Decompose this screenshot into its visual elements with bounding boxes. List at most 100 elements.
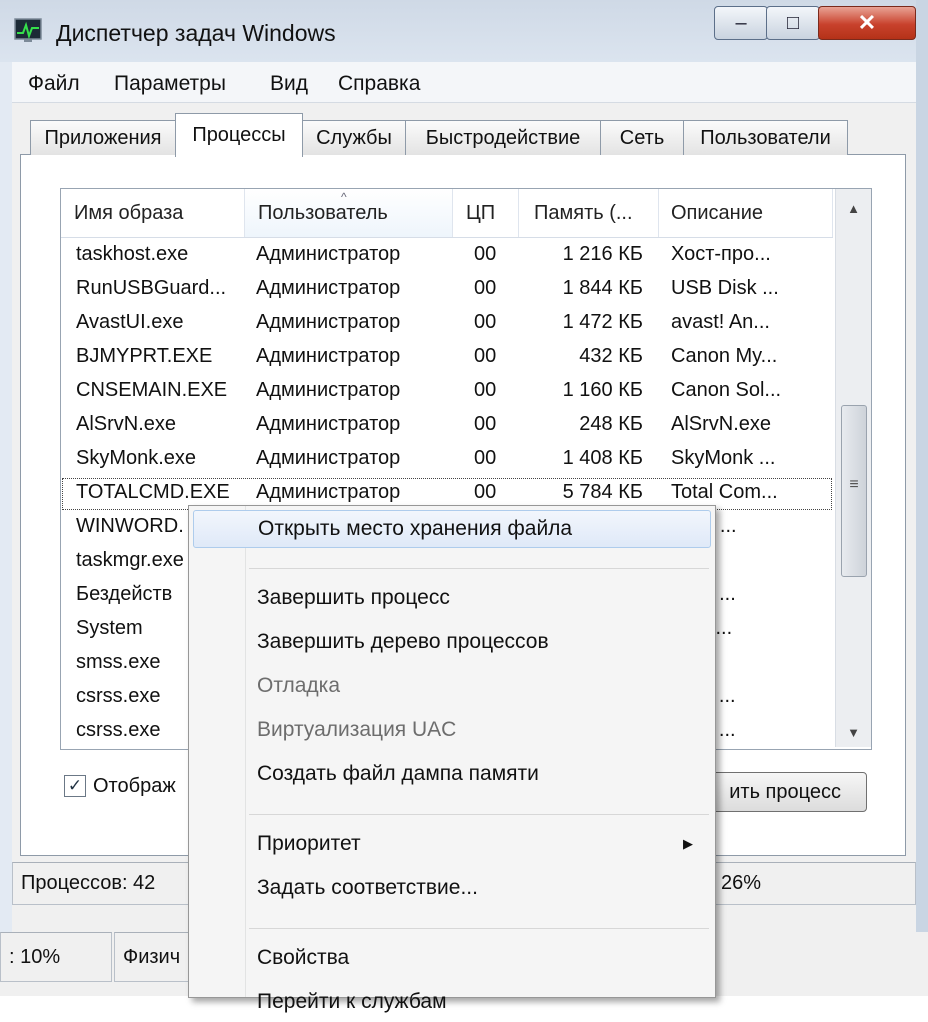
column-header-cpu[interactable]: ЦП bbox=[453, 189, 519, 237]
table-row[interactable]: SkyMonk.exe Администратор 00 1 408 КБ SkyMon… bbox=[61, 443, 833, 477]
cell-memory: 1 160 КБ bbox=[562, 379, 643, 401]
cell-cpu: 00 bbox=[474, 481, 497, 503]
cell-image-name: taskhost.exe bbox=[76, 243, 189, 265]
tab-applications[interactable]: Приложения bbox=[30, 120, 176, 155]
context-menu-item[interactable]: Открыть место хранения файла bbox=[193, 510, 711, 548]
status-cpu-load: : 10% bbox=[0, 932, 112, 982]
cell-cpu: 00 bbox=[474, 447, 497, 469]
cell-description: SkyMonk ... bbox=[671, 447, 776, 469]
cell-user: Администратор bbox=[256, 413, 401, 435]
cell-cpu: 00 bbox=[474, 379, 497, 401]
context-menu: Открыть место хранения файла Завершить пр… bbox=[188, 505, 716, 1013]
menu-options[interactable]: Параметры bbox=[114, 72, 226, 96]
cell-image-name: TOTALCMD.EXE bbox=[76, 481, 230, 503]
scroll-down-arrow-icon[interactable]: ▼ bbox=[836, 725, 871, 745]
column-header-user[interactable]: Пользователь bbox=[245, 189, 453, 237]
menu-separator bbox=[249, 928, 709, 929]
window-title: Диспетчер задач Windows bbox=[56, 20, 336, 46]
show-all-processes-label: Отображ bbox=[93, 775, 176, 797]
cell-description: AlSrvN.exe bbox=[671, 413, 772, 435]
scroll-thumb[interactable]: ≡ bbox=[841, 405, 867, 577]
cell-cpu: 00 bbox=[474, 243, 497, 265]
cell-memory: 1 472 КБ bbox=[562, 311, 643, 333]
context-menu-item[interactable]: Задать соответствие... bbox=[193, 870, 711, 908]
context-menu-item[interactable]: Завершить процесс bbox=[193, 580, 711, 618]
cell-description: Total Com... bbox=[671, 481, 778, 503]
context-menu-item[interactable]: Завершить дерево процессов bbox=[193, 624, 711, 662]
tab-performance[interactable]: Быстродействие bbox=[405, 120, 601, 155]
cell-user: Администратор bbox=[256, 311, 401, 333]
minimize-icon: – bbox=[735, 11, 747, 34]
cell-description: Canon My... bbox=[671, 345, 778, 367]
table-row[interactable]: RunUSBGuard... Администратор 00 1 844 КБ USB… bbox=[61, 273, 833, 307]
context-menu-item[interactable]: Свойства bbox=[193, 940, 711, 978]
menu-file[interactable]: Файл bbox=[28, 72, 80, 96]
cell-description: USB Disk ... bbox=[671, 277, 779, 299]
tab-services[interactable]: Службы bbox=[302, 120, 406, 155]
context-menu-item-label: Виртуализация UAC bbox=[257, 718, 457, 741]
menu-help[interactable]: Справка bbox=[338, 72, 420, 96]
cell-image-name: AlSrvN.exe bbox=[76, 413, 177, 435]
minimize-button[interactable]: – bbox=[714, 6, 768, 40]
cell-image-name: CNSEMAIN.EXE bbox=[76, 379, 228, 401]
cell-description: Canon Sol... bbox=[671, 379, 782, 401]
table-row[interactable]: BJMYPRT.EXE Администратор 00 432 КБ Canon My… bbox=[61, 341, 833, 375]
window-border bbox=[916, 0, 928, 996]
cell-cpu: 00 bbox=[474, 413, 497, 435]
menu-view[interactable]: Вид bbox=[270, 72, 308, 96]
cell-memory: 1 844 КБ bbox=[562, 277, 643, 299]
column-header-image-name[interactable]: Имя образа bbox=[61, 189, 245, 237]
cell-description: Хост-про... bbox=[671, 243, 771, 265]
context-menu-item[interactable]: Приоритет ▶ bbox=[193, 826, 711, 864]
cell-image-name: RunUSBGuard... bbox=[76, 277, 227, 299]
table-row[interactable]: AvastUI.exe Администратор 00 1 472 КБ avast!… bbox=[61, 307, 833, 341]
table-row[interactable]: taskhost.exe Администратор 00 1 216 КБ Хост-… bbox=[61, 239, 833, 273]
menu-separator bbox=[249, 568, 709, 569]
cell-user: Администратор bbox=[256, 379, 401, 401]
scroll-up-arrow-icon[interactable]: ▲ bbox=[836, 201, 871, 221]
cell-cpu: 00 bbox=[474, 345, 497, 367]
cell-cpu: 00 bbox=[474, 277, 497, 299]
context-menu-item-label: Приоритет bbox=[257, 832, 361, 855]
cell-description: avast! An... bbox=[671, 311, 770, 333]
cell-user: Администратор bbox=[256, 277, 401, 299]
cell-memory: 1 408 КБ bbox=[562, 447, 643, 469]
table-row[interactable]: CNSEMAIN.EXE Администратор 00 1 160 КБ Canon… bbox=[61, 375, 833, 409]
cell-memory: 248 КБ bbox=[579, 413, 643, 435]
cell-memory: 1 216 КБ bbox=[562, 243, 643, 265]
tab-network[interactable]: Сеть bbox=[600, 120, 684, 155]
task-manager-app-icon bbox=[14, 18, 42, 42]
cell-user: Администратор bbox=[256, 481, 401, 503]
vertical-scrollbar[interactable]: ▲ ≡ ▼ bbox=[835, 189, 871, 747]
cell-image-name: AvastUI.exe bbox=[76, 311, 184, 333]
column-header-memory[interactable]: Память (... bbox=[519, 189, 659, 237]
context-menu-item: Отладка bbox=[193, 668, 711, 706]
cell-memory: 5 784 КБ bbox=[562, 481, 643, 503]
column-header-description[interactable]: Описание bbox=[659, 189, 833, 237]
list-header: Имя образа Пользователь ЦП Память (... О… bbox=[61, 189, 833, 238]
close-button[interactable]: ✕ bbox=[818, 6, 916, 40]
maximize-icon: □ bbox=[786, 11, 800, 34]
context-menu-item-label: Задать соответствие... bbox=[257, 876, 478, 899]
cell-image-name: SkyMonk.exe bbox=[76, 447, 197, 469]
context-menu-item[interactable]: Перейти к службам bbox=[193, 984, 711, 1022]
scroll-grip-icon: ≡ bbox=[849, 476, 859, 493]
context-menu-item-label: Завершить дерево процессов bbox=[257, 630, 549, 653]
tab-users[interactable]: Пользователи bbox=[683, 120, 848, 155]
show-all-processes-checkbox[interactable]: ✓ bbox=[64, 775, 86, 797]
context-menu-item-label: Завершить процесс bbox=[257, 586, 450, 609]
cell-cpu: 00 bbox=[474, 311, 497, 333]
table-row[interactable]: AlSrvN.exe Администратор 00 248 КБ AlSrvN.ex… bbox=[61, 409, 833, 443]
tab-processes[interactable]: Процессы bbox=[175, 113, 303, 157]
cell-user: Администратор bbox=[256, 447, 401, 469]
close-icon: ✕ bbox=[857, 10, 877, 35]
context-menu-item-label: Отладка bbox=[257, 674, 341, 697]
context-menu-item[interactable]: Создать файл дампа памяти bbox=[193, 756, 711, 794]
submenu-arrow-icon: ▶ bbox=[683, 836, 693, 851]
cell-image-name: BJMYPRT.EXE bbox=[76, 345, 213, 367]
context-menu-item-label: Перейти к службам bbox=[257, 990, 447, 1013]
context-menu-item-label: Создать файл дампа памяти bbox=[257, 762, 539, 785]
cell-memory: 432 КБ bbox=[579, 345, 643, 367]
maximize-button[interactable]: □ bbox=[766, 6, 820, 40]
sort-arrow-icon: ^ bbox=[341, 190, 347, 204]
